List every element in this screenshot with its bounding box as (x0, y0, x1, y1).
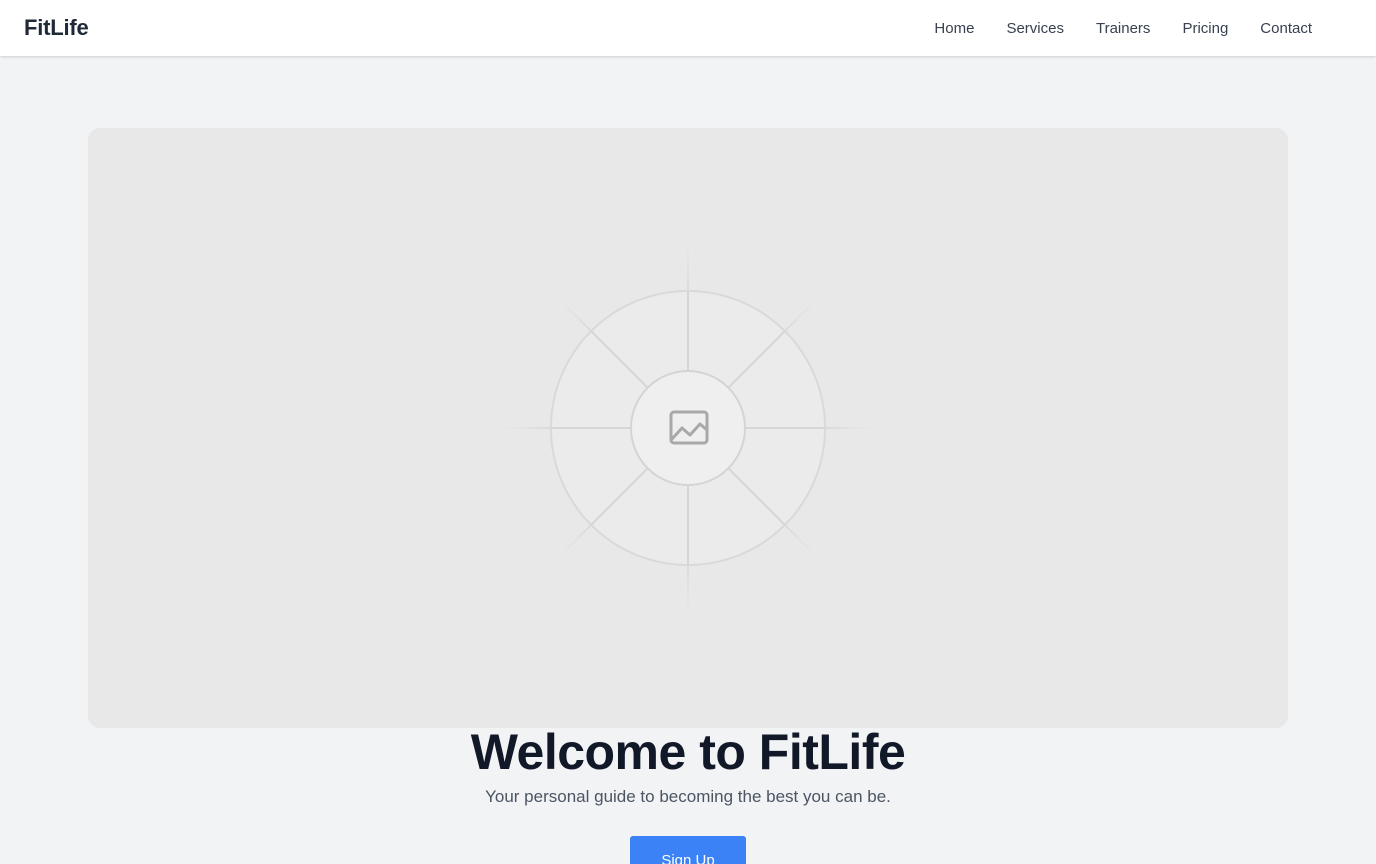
nav-links: Home Services Trainers Pricing Contact (934, 20, 1312, 37)
hero-subtitle: Your personal guide to becoming the best… (485, 787, 891, 806)
nav-link-pricing[interactable]: Pricing (1182, 20, 1228, 37)
nav-link-trainers[interactable]: Trainers (1096, 20, 1150, 37)
sign-up-button[interactable]: Sign Up (630, 836, 746, 864)
placeholder-center-circle (630, 370, 746, 486)
top-navbar: FitLife Home Services Trainers Pricing C… (0, 0, 1376, 56)
nav-link-contact[interactable]: Contact (1260, 20, 1312, 37)
nav-link-home[interactable]: Home (934, 20, 974, 37)
hero-text: Welcome to FitLife Your personal guide t… (0, 722, 1376, 808)
brand-logo[interactable]: FitLife (24, 15, 89, 41)
hero-title: Welcome to FitLife (470, 724, 906, 780)
image-placeholder-graphic (488, 228, 888, 628)
hero-image-placeholder (88, 128, 1288, 728)
nav-link-services[interactable]: Services (1006, 20, 1064, 37)
